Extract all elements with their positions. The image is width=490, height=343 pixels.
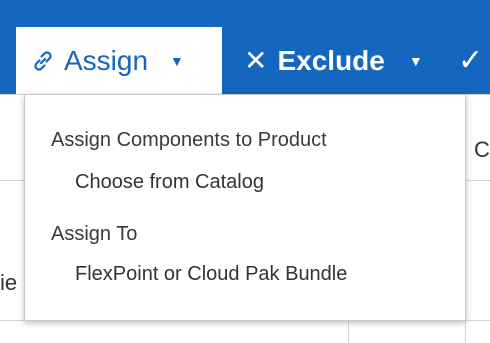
table-header-cell: C bbox=[474, 137, 490, 162]
menu-group-title: Assign To bbox=[51, 223, 138, 245]
close-icon: ✕ bbox=[244, 45, 268, 76]
check-button[interactable]: ✓ bbox=[458, 27, 483, 94]
toolbar: Assign ▼ ✕ Exclude ▼ ✓ bbox=[0, 0, 490, 94]
caret-down-icon[interactable]: ▼ bbox=[170, 53, 184, 69]
menu-group-title: Assign Components to Product bbox=[51, 129, 327, 151]
exclude-button[interactable]: ✕ Exclude ▼ bbox=[244, 27, 423, 94]
menu-item-choose-from-catalog[interactable]: Choose from Catalog bbox=[75, 171, 264, 194]
menu-item-flexpoint-bundle[interactable]: FlexPoint or Cloud Pak Bundle bbox=[75, 263, 347, 286]
link-icon bbox=[30, 48, 56, 74]
assign-label: Assign bbox=[64, 44, 149, 76]
caret-down-icon[interactable]: ▼ bbox=[409, 53, 423, 69]
table-cell: ie bbox=[0, 270, 18, 295]
column-divider bbox=[348, 320, 349, 343]
assign-button[interactable]: Assign ▼ bbox=[16, 27, 222, 94]
check-icon: ✓ bbox=[458, 44, 484, 77]
exclude-label: Exclude bbox=[277, 44, 385, 76]
assign-dropdown-menu: Assign Components to Product Choose from… bbox=[24, 94, 466, 321]
